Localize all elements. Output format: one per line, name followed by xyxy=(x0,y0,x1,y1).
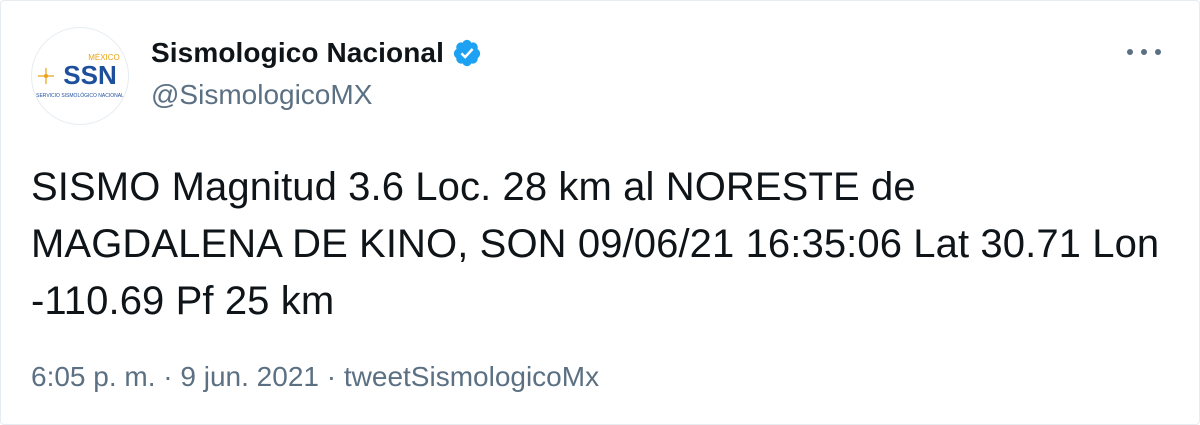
verified-badge-icon xyxy=(453,39,481,67)
more-dot xyxy=(1155,49,1161,55)
tweet-date[interactable]: 9 jun. 2021 xyxy=(180,361,319,392)
logo-subtitle: SERVICIO SISMOLÓGICO NACIONAL xyxy=(36,92,124,99)
meta-separator: · xyxy=(318,361,344,392)
more-dot xyxy=(1127,49,1133,55)
ssn-logo-icon: MÉXICO SSN SERVICIO SISMOLÓGICO NACIONAL xyxy=(36,53,124,99)
tweet-card: MÉXICO SSN SERVICIO SISMOLÓGICO NACIONAL… xyxy=(0,0,1200,425)
meta-separator: · xyxy=(155,361,181,392)
display-name[interactable]: Sismologico Nacional xyxy=(151,35,444,71)
logo-acronym: SSN xyxy=(63,60,116,90)
tweet-meta: 6:05 p. m. · 9 jun. 2021 · tweetSismolog… xyxy=(31,357,599,397)
account-info: Sismologico Nacional @SismologicoMX xyxy=(151,35,482,113)
tweet-time[interactable]: 6:05 p. m. xyxy=(31,361,156,392)
display-name-row[interactable]: Sismologico Nacional xyxy=(151,35,482,71)
tweet-text: SISMO Magnitud 3.6 Loc. 28 km al NORESTE… xyxy=(31,165,1160,323)
tweet-source[interactable]: tweetSismologicoMx xyxy=(344,361,599,392)
account-handle[interactable]: @SismologicoMX xyxy=(151,77,482,113)
more-dot xyxy=(1141,49,1147,55)
avatar[interactable]: MÉXICO SSN SERVICIO SISMOLÓGICO NACIONAL xyxy=(31,27,129,125)
more-options-icon[interactable] xyxy=(1127,43,1161,61)
